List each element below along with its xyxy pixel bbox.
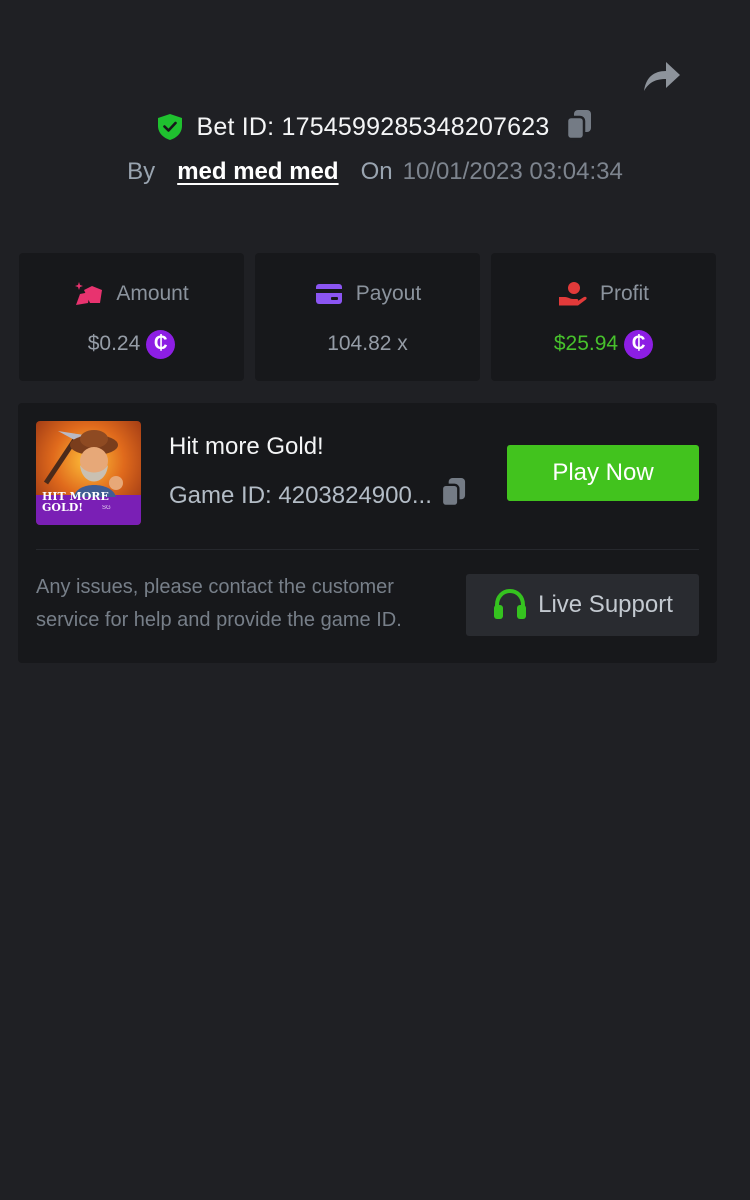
amount-card: Amount $0.24 ₵ [19, 253, 244, 381]
verified-shield-icon [157, 114, 182, 140]
copy-game-id-button[interactable] [432, 477, 467, 515]
amount-value: $0.24 [87, 332, 141, 355]
play-now-button[interactable]: Play Now [507, 445, 699, 501]
profit-card: Profit $25.94 ₵ [491, 253, 716, 381]
payout-value: 104.82 x [327, 332, 408, 355]
on-label: On [360, 158, 393, 185]
thumbnail-brand: SG [102, 505, 111, 511]
bet-date: 10/01/2023 03:04:34 [402, 158, 623, 185]
bet-id-value: 1754599285348207623 [281, 112, 550, 141]
copy-icon [440, 478, 465, 508]
gold-bars-icon [75, 282, 103, 305]
game-card: HIT MORE GOLD! SG Hit more Gold! Game ID… [18, 403, 717, 663]
game-id-text: Game ID: 4203824900... [169, 482, 432, 509]
profit-label: Profit [599, 282, 649, 305]
game-thumbnail[interactable]: HIT MORE GOLD! SG [36, 421, 141, 525]
game-title: Hit more Gold! [169, 433, 324, 460]
payout-label: Payout [355, 282, 422, 305]
coin-icon: ₵ [146, 329, 176, 359]
amount-label: Amount [116, 282, 189, 305]
coin-hand-icon [558, 282, 587, 306]
payout-card: Payout 104.82 x [255, 253, 480, 381]
bet-id-text: Bet ID: 1754599285348207623 [196, 112, 550, 141]
game-id-value: 4203824900... [278, 482, 432, 509]
bet-id-row: Bet ID: 1754599285348207623 [0, 107, 750, 147]
divider [36, 549, 699, 550]
game-id-row: Game ID: 4203824900... [169, 477, 467, 515]
share-arrow-icon [644, 62, 680, 91]
thumbnail-title: HIT MORE GOLD! [42, 490, 109, 514]
share-button[interactable] [640, 55, 682, 97]
live-support-button[interactable]: Live Support [466, 574, 699, 636]
card-icon [315, 284, 342, 304]
headset-icon [494, 588, 527, 619]
live-support-label: Live Support [538, 591, 673, 618]
username-link[interactable]: med med med [177, 158, 338, 186]
bet-meta-row: By med med med On 10/01/2023 03:04:34 [0, 152, 750, 192]
by-label: By [127, 158, 156, 185]
profit-value: $25.94 [553, 332, 619, 355]
copy-bet-id-button[interactable] [549, 109, 593, 146]
coin-icon: ₵ [624, 329, 654, 359]
help-text: Any issues, please contact the customer … [36, 576, 402, 631]
copy-icon [566, 109, 592, 140]
